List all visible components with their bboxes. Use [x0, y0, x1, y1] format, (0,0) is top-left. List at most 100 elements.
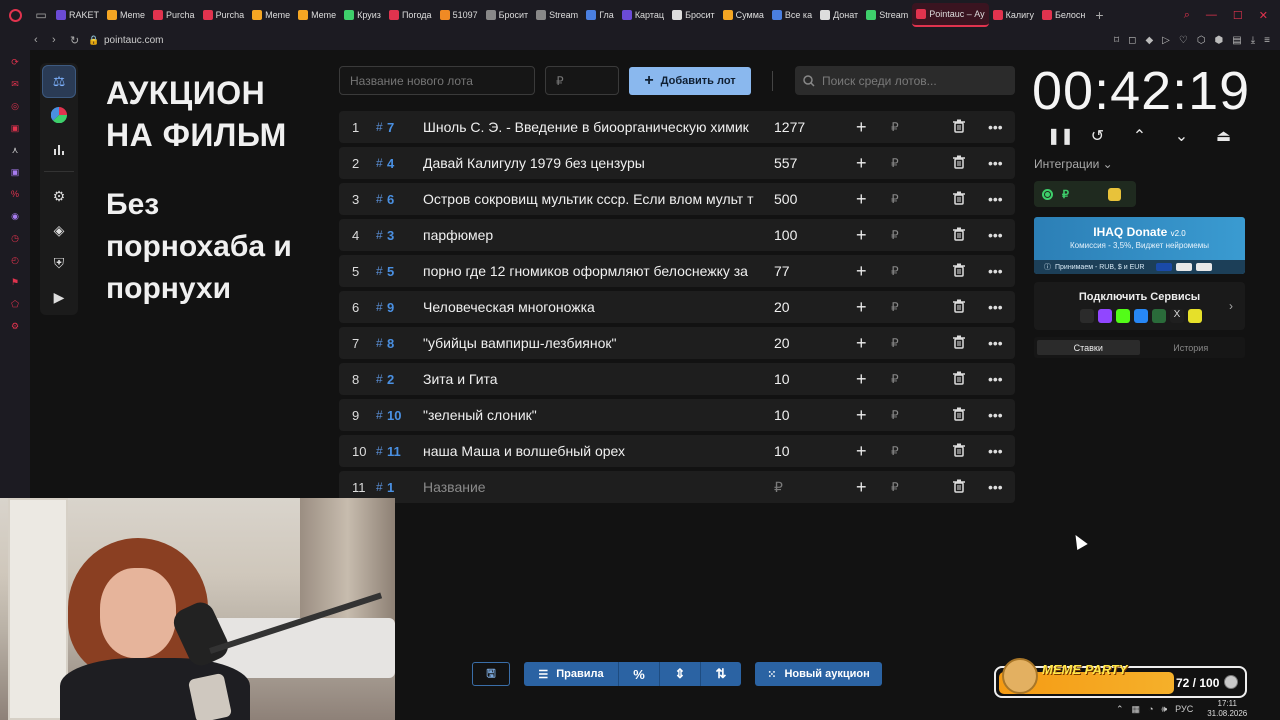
tray-clock[interactable]: 17:11 31.08.2026: [1207, 699, 1247, 719]
sort-button[interactable]: ⇅: [700, 662, 741, 686]
lot-amount[interactable]: 20: [774, 335, 790, 351]
add-bid-icon[interactable]: +: [856, 333, 867, 354]
align-center-button[interactable]: ⇕: [659, 662, 700, 686]
aria-icon[interactable]: ⋏: [9, 144, 21, 156]
connect-services[interactable]: Подключить Сервисы X ›: [1034, 282, 1245, 330]
settings-icon[interactable]: ⚙: [42, 180, 76, 213]
ruble-integration-icon[interactable]: ₽: [1062, 188, 1069, 201]
new-lot-name-input[interactable]: [339, 66, 535, 95]
percent-button[interactable]: %: [618, 662, 659, 686]
lot-name[interactable]: Остров сокровищ мультик ссср. Если влом …: [423, 191, 759, 207]
browser-tab[interactable]: Purcha: [199, 3, 249, 27]
wheel-icon[interactable]: [42, 99, 76, 132]
extension-icon[interactable]: ⬡: [1197, 35, 1206, 46]
add-bid-icon[interactable]: +: [856, 369, 867, 390]
lot-name[interactable]: "зеленый слоник": [423, 407, 759, 423]
lot-amount[interactable]: 10: [774, 371, 790, 387]
add-bid-icon[interactable]: +: [856, 117, 867, 138]
tab-menu-icon[interactable]: ▭: [30, 0, 52, 30]
new-auction-button[interactable]: ⁙ Новый аукцион: [755, 662, 882, 686]
add-bid-icon[interactable]: +: [856, 153, 867, 174]
snapshot-icon[interactable]: ◻: [1128, 35, 1136, 46]
delete-icon[interactable]: [953, 191, 965, 210]
layers-icon[interactable]: ◈: [42, 214, 76, 247]
search-input[interactable]: [822, 73, 1002, 88]
ruble-icon[interactable]: ₽: [891, 300, 899, 314]
lot-name[interactable]: Зита и Гита: [423, 371, 759, 387]
browser-tab[interactable]: Круиз: [340, 3, 385, 27]
reset-icon[interactable]: ↺: [1089, 126, 1106, 146]
donate-banner[interactable]: IHAQ Donate v2.0 Комиссия - 3,5%, Виджет…: [1034, 217, 1245, 274]
tray-app-icon[interactable]: ▦: [1132, 704, 1141, 715]
lot-amount[interactable]: 500: [774, 191, 797, 207]
browser-tab[interactable]: Белосн: [1038, 3, 1089, 27]
add-bid-icon[interactable]: +: [856, 189, 867, 210]
messenger-icon[interactable]: ✉: [9, 78, 21, 90]
rules-button[interactable]: ☰ Правила: [524, 662, 618, 686]
browser-tab[interactable]: Meme: [294, 3, 340, 27]
ruble-icon[interactable]: ₽: [891, 192, 899, 206]
volume-icon[interactable]: 🕪: [1162, 704, 1168, 715]
lot-name[interactable]: порно где 12 гномиков оформляют белоснеж…: [423, 263, 759, 279]
delete-icon[interactable]: [953, 299, 965, 318]
maximize-button[interactable]: ☐: [1233, 9, 1243, 22]
reload-icon[interactable]: ↻: [70, 34, 88, 47]
lot-amount[interactable]: 1277: [774, 119, 805, 135]
pinboard-icon[interactable]: ⚑: [9, 276, 21, 288]
aria-ai-icon[interactable]: ◉: [9, 210, 21, 222]
keyboard-language[interactable]: РУС: [1175, 704, 1193, 714]
browser-tab[interactable]: Сумма: [719, 3, 768, 27]
more-options-icon[interactable]: •••: [988, 479, 1003, 495]
delete-icon[interactable]: [953, 443, 965, 462]
lot-name[interactable]: "убийцы вампирш-лезбиянок": [423, 335, 759, 351]
discord-icon[interactable]: %: [9, 188, 21, 200]
more-options-icon[interactable]: •••: [988, 443, 1003, 459]
delete-icon[interactable]: [953, 263, 965, 282]
browser-tab[interactable]: 51097: [436, 3, 482, 27]
lot-amount[interactable]: 10: [774, 443, 790, 459]
shield-icon[interactable]: ⛨: [42, 248, 76, 281]
ruble-icon[interactable]: ₽: [891, 336, 899, 350]
ruble-icon[interactable]: ₽: [891, 264, 899, 278]
mail-icon[interactable]: ▣: [9, 122, 21, 134]
more-options-icon[interactable]: •••: [988, 119, 1003, 135]
ruble-icon[interactable]: ₽: [891, 156, 899, 170]
browser-tab[interactable]: Гла: [582, 3, 618, 27]
bookmark-icon[interactable]: ⌑: [1114, 35, 1119, 46]
more-options-icon[interactable]: •••: [988, 191, 1003, 207]
browser-tab[interactable]: Бросит: [668, 3, 719, 27]
lot-amount[interactable]: 100: [774, 227, 797, 243]
delete-icon[interactable]: [953, 479, 965, 498]
more-options-icon[interactable]: •••: [988, 299, 1003, 315]
save-button[interactable]: 🖫: [472, 662, 510, 686]
delete-icon[interactable]: [953, 407, 965, 426]
menu-icon[interactable]: ≡: [1264, 35, 1270, 46]
lot-name[interactable]: Название: [423, 479, 759, 495]
add-bid-icon[interactable]: +: [856, 405, 867, 426]
download-icon[interactable]: ⤓: [1251, 35, 1255, 46]
opera-logo-icon[interactable]: [0, 0, 30, 30]
timer-up-icon[interactable]: ⌃: [1131, 126, 1148, 146]
back-icon[interactable]: ‹: [34, 34, 52, 46]
browser-tab[interactable]: Stream: [862, 3, 912, 27]
timer-collapse-icon[interactable]: ⏏: [1215, 126, 1232, 146]
lot-amount[interactable]: 20: [774, 299, 790, 315]
new-lot-price-input[interactable]: [545, 66, 619, 95]
ruble-icon[interactable]: ₽: [891, 408, 899, 422]
cube-icon[interactable]: ⬢: [1215, 35, 1224, 46]
lot-amount[interactable]: 10: [774, 407, 790, 423]
ruble-icon[interactable]: ₽: [891, 480, 899, 494]
heart-icon[interactable]: ♡: [1179, 35, 1188, 46]
browser-tab[interactable]: Meme: [103, 3, 149, 27]
tray-up-icon[interactable]: ⌃: [1116, 704, 1124, 715]
browser-tab[interactable]: Stream: [532, 3, 582, 27]
browser-tab[interactable]: Бросит: [482, 3, 533, 27]
lot-name[interactable]: Человеческая многоножка: [423, 299, 759, 315]
close-window-button[interactable]: ✕: [1259, 9, 1268, 22]
delete-icon[interactable]: [953, 227, 965, 246]
history-icon[interactable]: ◴: [9, 254, 21, 266]
delete-icon[interactable]: [953, 335, 965, 354]
search-tabs-icon[interactable]: ⌕: [1184, 9, 1190, 22]
add-lot-button[interactable]: + Добавить лот: [629, 67, 751, 95]
add-bid-icon[interactable]: +: [856, 225, 867, 246]
